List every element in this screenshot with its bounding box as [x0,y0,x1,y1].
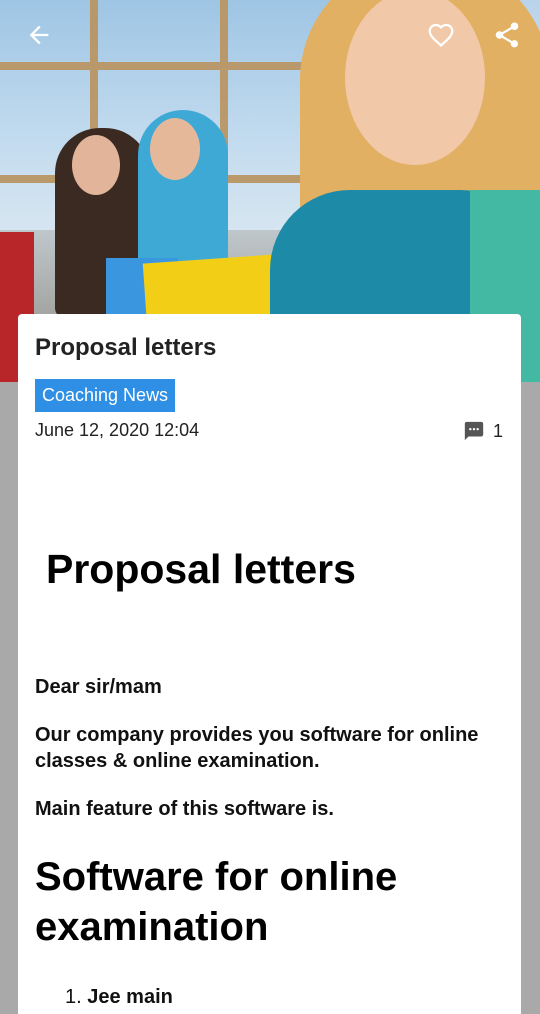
arrow-left-icon [29,25,49,45]
category-badge[interactable]: Coaching News [35,379,176,412]
article-date: June 12, 2020 12:04 [35,420,200,440]
share-button[interactable] [490,18,524,52]
favorite-button[interactable] [424,18,458,52]
article-title: Proposal letters [35,334,217,361]
feature-intro-text: Main feature of this software is. [35,798,334,820]
share-icon [495,22,519,48]
list-number: 1. [65,986,82,1008]
heart-outline-icon [428,23,454,48]
background-face-middle [150,118,200,180]
content-heading: Proposal letters [46,546,356,592]
background-face-left [72,135,120,195]
back-button[interactable] [22,18,56,52]
comment-count: 1 [492,420,503,441]
section-heading: Software for online examination [35,855,398,949]
intro-text: Our company provides you software for on… [35,724,479,772]
comments-button[interactable]: 1 [463,420,503,442]
greeting-text: Dear sir/mam [35,676,162,698]
comment-icon [464,421,484,441]
list-item: 1. Jee main [65,986,173,1009]
article-card: Proposal letters Coaching News June 12, … [18,314,521,1014]
list-text: Jee main [87,986,173,1008]
